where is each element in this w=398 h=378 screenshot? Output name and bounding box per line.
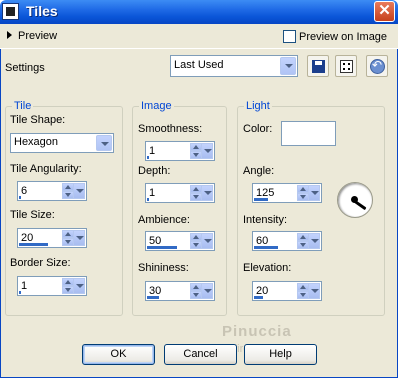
- smoothness-bar: [147, 156, 149, 159]
- preview-label: Preview: [18, 30, 58, 42]
- tile-shape-dropdown[interactable]: Hexagon: [10, 133, 114, 153]
- angle-label: Angle:: [243, 165, 275, 177]
- slider-drop-icon[interactable]: [308, 185, 320, 201]
- slider-drop-icon[interactable]: [201, 143, 213, 159]
- ambience-label: Ambience:: [138, 214, 190, 226]
- slider-drop-icon[interactable]: [73, 230, 85, 246]
- expand-arrow-icon: [7, 31, 12, 39]
- intensity-bar: [254, 246, 278, 249]
- preview-row: Preview Preview on Image: [0, 24, 398, 49]
- watermark-name: Pinuccia: [222, 323, 292, 340]
- intensity-label: Intensity:: [243, 214, 288, 226]
- ambience-spinner[interactable]: 50: [145, 231, 215, 251]
- help-button[interactable]: Help: [244, 344, 317, 365]
- save-preset-button[interactable]: [307, 55, 329, 77]
- window-title: Tiles: [26, 3, 58, 19]
- smoothness-value: 1: [149, 145, 156, 157]
- reset-button[interactable]: [366, 55, 388, 77]
- border-size-bar: [19, 291, 21, 294]
- cancel-button[interactable]: Cancel: [164, 344, 237, 365]
- slider-drop-icon[interactable]: [201, 185, 213, 201]
- light-group-title: Light: [244, 100, 272, 112]
- tile-shape-value: Hexagon: [14, 136, 59, 148]
- tile-angularity-label: Tile Angularity:: [10, 163, 82, 175]
- image-group-title: Image: [139, 100, 174, 112]
- tile-size-bar: [19, 243, 48, 246]
- dial-needle: [354, 200, 367, 211]
- settings-label: Settings: [5, 62, 45, 74]
- border-size-spinner[interactable]: 1: [17, 276, 87, 296]
- smoothness-label: Smoothness:: [138, 123, 203, 135]
- shininess-label: Shininess:: [138, 262, 189, 274]
- title-bar: Tiles ✕: [0, 0, 398, 24]
- chevron-down-icon[interactable]: [96, 135, 112, 151]
- save-disk-icon: [312, 60, 325, 73]
- slider-drop-icon[interactable]: [308, 233, 320, 249]
- slider-drop-icon[interactable]: [201, 283, 213, 299]
- elevation-spinner[interactable]: 20: [252, 281, 322, 301]
- ok-button[interactable]: OK: [82, 344, 155, 365]
- border-size-value: 1: [21, 280, 28, 292]
- elevation-bar: [254, 296, 263, 299]
- slider-drop-icon[interactable]: [308, 283, 320, 299]
- preview-on-image-checkbox[interactable]: Preview on Image: [283, 30, 387, 43]
- tile-angularity-bar: [19, 196, 21, 199]
- preview-toggle[interactable]: Preview: [7, 30, 57, 42]
- tile-shape-label: Tile Shape:: [10, 114, 66, 126]
- settings-row: Settings Last Used: [0, 50, 398, 88]
- dropdown-arrow-icon[interactable]: [280, 57, 296, 75]
- angle-bar: [254, 198, 268, 201]
- border-size-label: Border Size:: [10, 257, 71, 269]
- tile-size-label: Tile Size:: [10, 209, 55, 221]
- tile-angularity-spinner[interactable]: 6: [17, 181, 87, 201]
- preview-on-image-label: Preview on Image: [299, 31, 388, 43]
- shininess-bar: [147, 296, 159, 299]
- preset-dropdown[interactable]: Last Used: [170, 55, 298, 77]
- depth-label: Depth:: [138, 165, 171, 177]
- tile-size-spinner[interactable]: 20: [17, 228, 87, 248]
- elevation-label: Elevation:: [243, 262, 292, 274]
- slider-drop-icon[interactable]: [201, 233, 213, 249]
- angle-spinner[interactable]: 125: [252, 183, 322, 203]
- randomize-button[interactable]: [335, 55, 357, 77]
- light-color-swatch[interactable]: [281, 121, 336, 146]
- preset-value: Last Used: [174, 59, 224, 71]
- depth-spinner[interactable]: 1: [145, 183, 215, 203]
- tile-group-title: Tile: [12, 100, 34, 112]
- dice-icon: [340, 60, 353, 73]
- app-icon: [2, 3, 19, 20]
- angle-dial[interactable]: [337, 182, 373, 218]
- depth-bar: [147, 198, 149, 201]
- shininess-spinner[interactable]: 30: [145, 281, 215, 301]
- slider-drop-icon[interactable]: [73, 278, 85, 294]
- color-label: Color:: [243, 123, 273, 135]
- smoothness-spinner[interactable]: 1: [145, 141, 215, 161]
- ambience-bar: [147, 246, 177, 249]
- depth-value: 1: [149, 187, 156, 199]
- checkbox-box[interactable]: [283, 30, 296, 43]
- intensity-spinner[interactable]: 60: [252, 231, 322, 251]
- tile-angularity-value: 6: [21, 185, 28, 197]
- reset-icon: [370, 58, 385, 74]
- slider-drop-icon[interactable]: [73, 183, 85, 199]
- close-button[interactable]: ✕: [374, 1, 395, 22]
